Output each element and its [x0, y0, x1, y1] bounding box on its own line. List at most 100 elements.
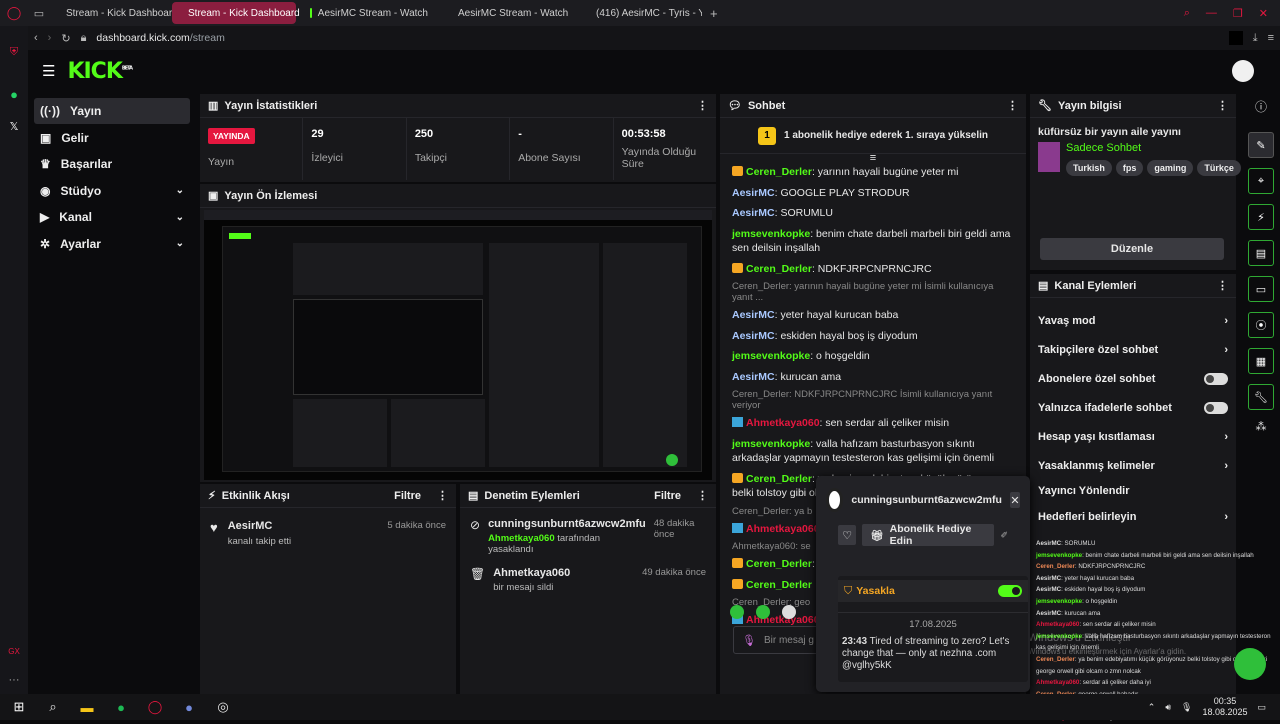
chat-pinned-goal[interactable]: 1 1 abonelik hediye ederek 1. sıraya yük…	[720, 118, 1026, 154]
action-banned-words[interactable]: Yasaklanmış kelimeler ›	[1030, 451, 1236, 480]
extension-icon[interactable]	[1228, 31, 1243, 45]
emote-icon[interactable]	[730, 605, 744, 619]
chat-username[interactable]: jemsevenkopke	[732, 228, 810, 240]
more-options-icon[interactable]: ⋮	[1217, 279, 1228, 292]
more-options-icon[interactable]: ⋮	[437, 489, 448, 502]
mic-icon[interactable]: 🎙︎	[742, 634, 756, 647]
tab-0[interactable]: Stream - Kick Dashboard	[50, 2, 178, 24]
edit-icon[interactable]: ✎	[1248, 132, 1274, 158]
search-tabs-icon[interactable]: ⌕	[1184, 7, 1190, 20]
back-icon[interactable]: ‹	[34, 32, 38, 44]
collapse-chevron-icon[interactable]: ≡	[720, 153, 1026, 164]
file-explorer-icon[interactable]: ▬	[78, 698, 96, 716]
download-icon[interactable]: ⤓	[1253, 32, 1258, 45]
sidebar-item-studyo[interactable]: ◉ Stüdyo ⌄	[34, 178, 190, 204]
sidebar-item-yayin[interactable]: ((·)) Yayın	[34, 98, 190, 124]
chat-username[interactable]: Ceren_Derler	[746, 473, 812, 485]
close-window-icon[interactable]: ✕	[1259, 7, 1268, 20]
reload-icon[interactable]: ↻	[61, 32, 70, 45]
info-icon[interactable]: ⓘ	[1255, 98, 1267, 122]
tab-3[interactable]: AesirMC Stream - Watch	[442, 2, 576, 24]
chat-input[interactable]: 🎙︎ Bir mesaj g	[733, 626, 823, 654]
stream-preview-video[interactable]	[204, 210, 712, 480]
tools-icon[interactable]: 🔧︎	[1248, 384, 1274, 410]
lightning-icon[interactable]: ⚡︎	[1248, 204, 1274, 230]
action-goals[interactable]: Hedefleri belirleyin ›	[1030, 502, 1236, 531]
url-field[interactable]: dashboard.kick.com/stream	[96, 32, 224, 44]
tray-chevron-icon[interactable]: ⌃	[1148, 702, 1156, 713]
document-icon[interactable]: ▤	[1248, 240, 1274, 266]
more-options-icon[interactable]: ⋮	[1217, 99, 1228, 112]
more-options-icon[interactable]: ⋮	[697, 99, 708, 112]
chat-username[interactable]: jemsevenkopke	[732, 350, 810, 362]
opera-logo-icon[interactable]: ◯	[0, 5, 28, 21]
action-followers-only[interactable]: Takipçilere özel sohbet ›	[1030, 335, 1236, 364]
tab-1[interactable]: Stream - Kick Dashboard	[172, 2, 300, 24]
chat-username[interactable]: Ceren_Derler	[746, 263, 812, 275]
more-icon[interactable]: ···	[9, 674, 20, 686]
sidebar-item-ayarlar[interactable]: ✲ Ayarlar ⌄	[34, 231, 190, 257]
chat-username[interactable]: Ahmetkaya060	[746, 523, 820, 535]
gx-icon[interactable]: GX	[8, 647, 20, 656]
layout-icon[interactable]: ▦	[1248, 348, 1274, 374]
obs-icon[interactable]: ◎	[214, 698, 232, 716]
pin-icon[interactable]: ✐	[1000, 530, 1008, 541]
chat-username[interactable]: Ceren_Derler	[746, 579, 812, 591]
more-options-icon[interactable]: ⋮	[1007, 99, 1018, 112]
minimize-icon[interactable]: —	[1206, 7, 1217, 20]
action-account-age[interactable]: Hesap yaşı kısıtlaması ›	[1030, 422, 1236, 451]
clock[interactable]: 00:35 18.08.2025	[1202, 696, 1247, 718]
crosshair-icon[interactable]: ⌖	[1248, 168, 1274, 194]
forward-icon[interactable]: ›	[48, 32, 52, 44]
subscribers-only-toggle[interactable]	[1204, 372, 1228, 385]
discord-icon[interactable]: ●	[180, 698, 198, 716]
action-slow-mode[interactable]: Yavaş mod ›	[1030, 306, 1236, 335]
moderation-filter-button[interactable]: Filtre	[654, 490, 681, 502]
volume-icon[interactable]: 🔊︎	[1165, 702, 1171, 713]
broadcast-icon[interactable]: ⦿	[1248, 312, 1274, 338]
new-tab-icon[interactable]: +	[710, 6, 718, 21]
x-twitter-icon[interactable]: 𝕏	[10, 120, 19, 133]
chat-username[interactable]: Ceren_Derler	[746, 166, 812, 178]
palette-icon[interactable]: ⁂	[1256, 420, 1267, 433]
sidebar-item-gelir[interactable]: ▣ Gelir	[34, 125, 190, 151]
mic-tray-icon[interactable]: 🎙︎	[1181, 702, 1192, 713]
tab-2[interactable]: AesirMC Stream - Watch	[300, 2, 438, 24]
gift-subscription-button[interactable]: 🎁︎ Abonelik Hediye Edin	[862, 523, 995, 547]
avatar[interactable]	[1232, 60, 1254, 82]
chat-username[interactable]: AesirMC	[732, 330, 775, 342]
kick-logo[interactable]: KICKBETA	[67, 59, 133, 84]
edit-button[interactable]: Düzenle	[1040, 238, 1224, 260]
whatsapp-icon[interactable]: ●	[10, 87, 18, 102]
emote-icon[interactable]	[756, 605, 770, 619]
maximize-icon[interactable]: ❐	[1233, 7, 1243, 20]
more-options-icon[interactable]: ⋮	[697, 489, 708, 502]
chat-username[interactable]: AesirMC	[732, 207, 775, 219]
chat-username[interactable]: AesirMC	[732, 371, 775, 383]
sidebar-item-basarilar[interactable]: ♛ Başarılar	[34, 151, 190, 177]
chat-username[interactable]: Ceren_Derler	[746, 558, 812, 570]
emotes-only-toggle[interactable]	[1204, 401, 1228, 414]
browser-menu-icon[interactable]: ≡	[1268, 32, 1274, 44]
ban-toggle[interactable]	[998, 585, 1022, 597]
tab-menu-icon[interactable]: ▭	[28, 7, 50, 20]
emote-icon[interactable]	[782, 605, 796, 619]
bag-icon[interactable]: ⛨	[10, 46, 18, 59]
chat-username[interactable]: AesirMC	[732, 187, 775, 199]
spotify-icon[interactable]: ●	[112, 698, 130, 716]
floating-action-icon[interactable]	[1234, 648, 1266, 680]
chat-username[interactable]: jemsevenkopke	[732, 438, 810, 450]
notification-icon[interactable]: ▭	[1257, 702, 1266, 713]
opera-icon[interactable]: ◯	[146, 698, 164, 716]
action-host[interactable]: Yayıncı Yönlendir	[1030, 480, 1236, 502]
tab-4[interactable]: (416) AesirMC - Tyris - Yo	[580, 2, 702, 24]
chat-username[interactable]: Ahmetkaya060	[746, 417, 820, 429]
follow-heart-icon[interactable]: ♡	[838, 525, 857, 545]
hamburger-menu-icon[interactable]: ☰	[42, 62, 55, 80]
chat-icon[interactable]: ▭	[1248, 276, 1274, 302]
search-icon[interactable]: ⌕	[44, 698, 62, 716]
sidebar-item-kanal[interactable]: ▶ Kanal ⌄	[34, 204, 190, 230]
chat-username[interactable]: AesirMC	[732, 309, 775, 321]
close-icon[interactable]: ✕	[1009, 492, 1020, 508]
activity-filter-button[interactable]: Filtre	[394, 490, 421, 502]
